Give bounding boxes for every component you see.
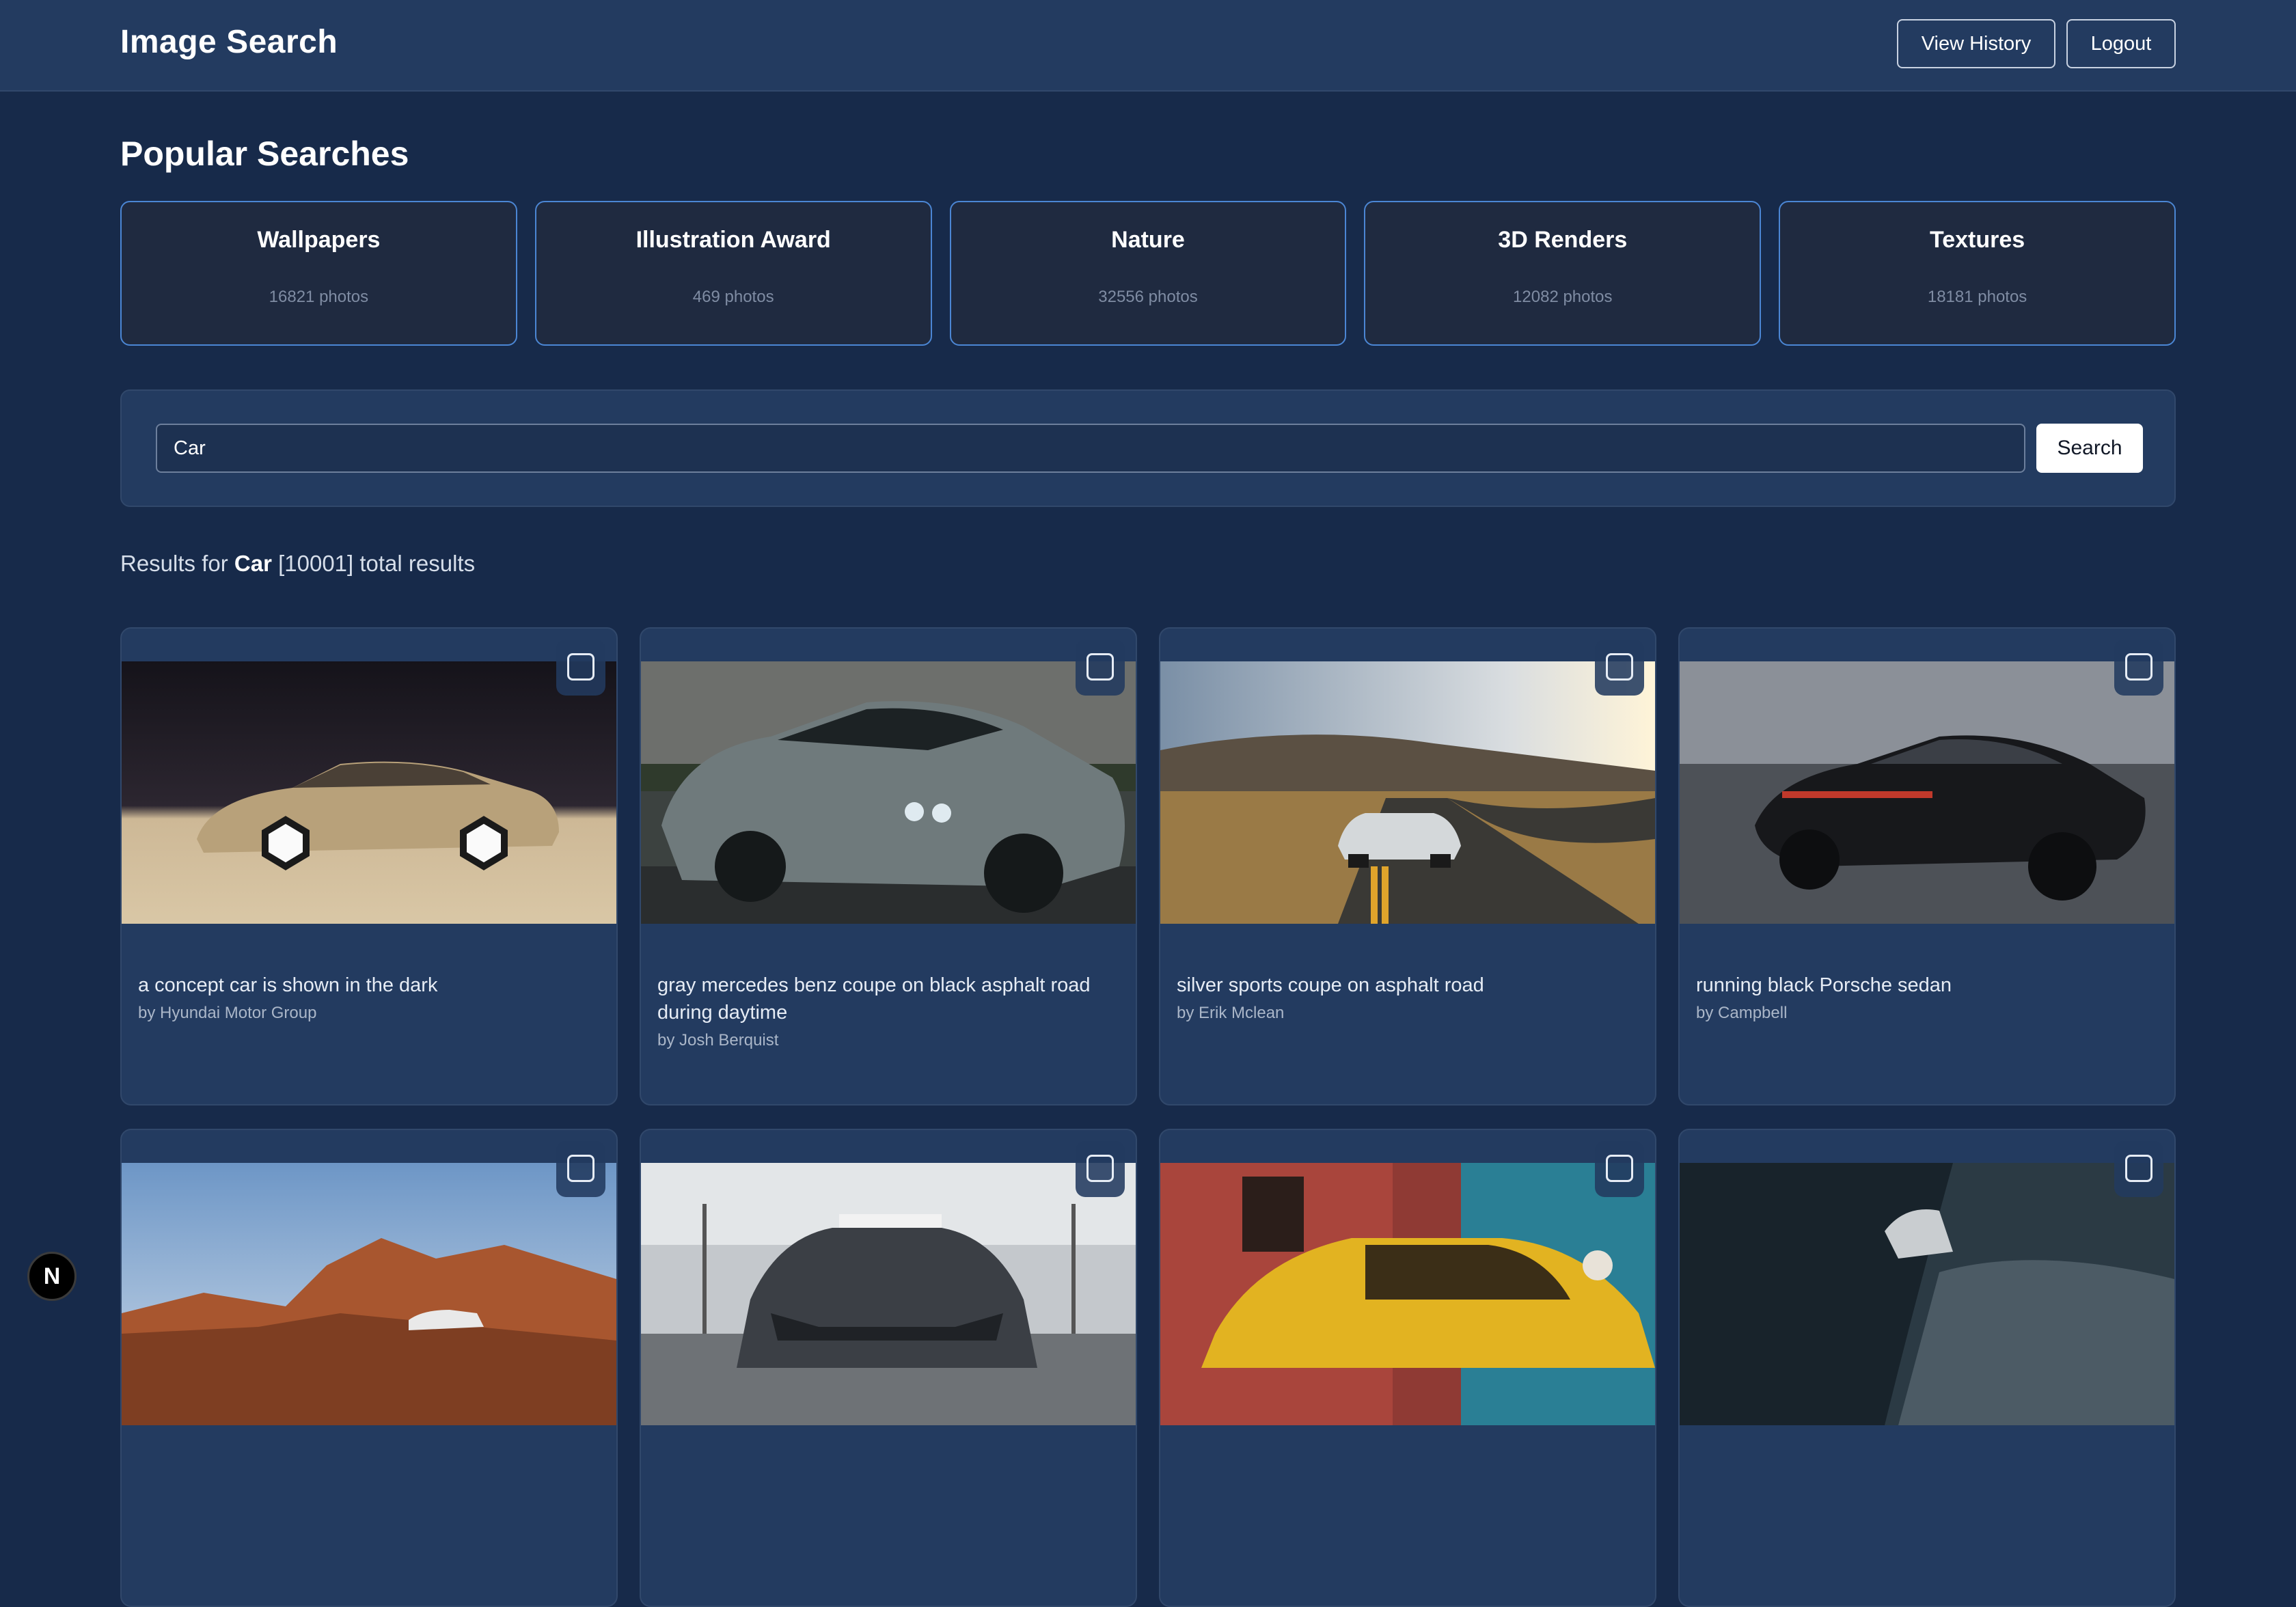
result-image xyxy=(641,661,1136,924)
result-card[interactable] xyxy=(640,1129,1137,1607)
result-caption: running black Porsche sedan xyxy=(1696,974,1952,996)
select-checkbox[interactable] xyxy=(2125,653,2152,681)
popular-card-count: 32556 photos xyxy=(1098,288,1198,306)
results-summary: Results for Car [10001] total results xyxy=(120,551,475,577)
result-card[interactable] xyxy=(1159,1129,1656,1607)
result-image xyxy=(1680,661,2174,924)
select-checkbox[interactable] xyxy=(1086,1155,1114,1182)
popular-card-wallpapers[interactable]: Wallpapers 16821 photos xyxy=(120,201,517,346)
popular-card-name: Illustration Award xyxy=(636,227,831,253)
result-caption: a concept car is shown in the dark xyxy=(138,974,438,996)
results-grid: a concept car is shown in the dark by Hy… xyxy=(120,627,2176,1607)
popular-card-name: Wallpapers xyxy=(257,227,381,253)
result-caption: silver sports coupe on asphalt road xyxy=(1177,974,1484,996)
result-card[interactable]: a concept car is shown in the dark by Hy… xyxy=(120,627,618,1105)
select-checkbox[interactable] xyxy=(2125,1155,2152,1182)
result-caption: gray mercedes benz coupe on black asphal… xyxy=(657,974,1091,1024)
select-checkbox-wrap[interactable] xyxy=(2114,640,2163,696)
result-author: by Erik Mclean xyxy=(1177,1004,1285,1022)
popular-card-name: Nature xyxy=(1111,227,1185,253)
select-checkbox[interactable] xyxy=(567,653,594,681)
select-checkbox[interactable] xyxy=(1606,653,1633,681)
app-title: Image Search xyxy=(120,24,338,60)
popular-card-illustration-award[interactable]: Illustration Award 469 photos xyxy=(534,201,932,346)
results-query: Car xyxy=(234,551,272,576)
result-image xyxy=(641,1163,1136,1425)
result-card[interactable]: running black Porsche sedan by Campbell xyxy=(1678,627,2176,1105)
popular-card-nature[interactable]: Nature 32556 photos xyxy=(949,201,1347,346)
popular-card-count: 12082 photos xyxy=(1513,288,1613,306)
result-image xyxy=(1160,1163,1655,1425)
select-checkbox[interactable] xyxy=(1606,1155,1633,1182)
framework-badge[interactable]: N xyxy=(27,1252,77,1301)
popular-searches-list: Wallpapers 16821 photos Illustration Awa… xyxy=(120,201,2176,346)
result-author: by Hyundai Motor Group xyxy=(138,1004,317,1022)
top-header: Image Search View History Logout xyxy=(0,0,2296,92)
result-author: by Campbell xyxy=(1696,1004,1788,1022)
result-description: running black Porsche sedan by Campbell xyxy=(1696,972,2147,1025)
select-checkbox-wrap[interactable] xyxy=(1595,1141,1644,1197)
popular-card-name: 3D Renders xyxy=(1498,227,1628,253)
result-card[interactable]: silver sports coupe on asphalt road by E… xyxy=(1159,627,1656,1105)
select-checkbox[interactable] xyxy=(567,1155,594,1182)
results-count: [10001] total results xyxy=(278,551,476,576)
result-description: silver sports coupe on asphalt road by E… xyxy=(1177,972,1628,1025)
popular-card-count: 16821 photos xyxy=(269,288,369,306)
result-image xyxy=(1160,661,1655,924)
result-card[interactable] xyxy=(1678,1129,2176,1607)
result-description: a concept car is shown in the dark by Hy… xyxy=(138,972,589,1025)
select-checkbox-wrap[interactable] xyxy=(2114,1141,2163,1197)
search-input[interactable] xyxy=(156,424,2025,473)
result-author: by Josh Berquist xyxy=(657,1031,779,1049)
results-prefix: Results for xyxy=(120,551,228,576)
result-card[interactable]: gray mercedes benz coupe on black asphal… xyxy=(640,627,1137,1105)
popular-searches-title: Popular Searches xyxy=(120,135,409,173)
popular-card-name: Textures xyxy=(1929,227,2025,253)
logout-button[interactable]: Logout xyxy=(2066,19,2176,68)
popular-card-textures[interactable]: Textures 18181 photos xyxy=(1779,201,2176,346)
result-image xyxy=(1680,1163,2174,1425)
select-checkbox-wrap[interactable] xyxy=(556,640,605,696)
result-image xyxy=(122,1163,616,1425)
result-card[interactable] xyxy=(120,1129,618,1607)
search-panel: Search xyxy=(120,389,2176,507)
result-image xyxy=(122,661,616,924)
select-checkbox[interactable] xyxy=(1086,653,1114,681)
select-checkbox-wrap[interactable] xyxy=(1595,640,1644,696)
select-checkbox-wrap[interactable] xyxy=(556,1141,605,1197)
popular-card-3d-renders[interactable]: 3D Renders 12082 photos xyxy=(1364,201,1762,346)
popular-card-count: 469 photos xyxy=(692,288,774,306)
view-history-button[interactable]: View History xyxy=(1897,19,2055,68)
popular-card-count: 18181 photos xyxy=(1927,288,2027,306)
search-button[interactable]: Search xyxy=(2036,424,2143,473)
result-description: gray mercedes benz coupe on black asphal… xyxy=(657,972,1108,1052)
select-checkbox-wrap[interactable] xyxy=(1076,640,1125,696)
select-checkbox-wrap[interactable] xyxy=(1076,1141,1125,1197)
